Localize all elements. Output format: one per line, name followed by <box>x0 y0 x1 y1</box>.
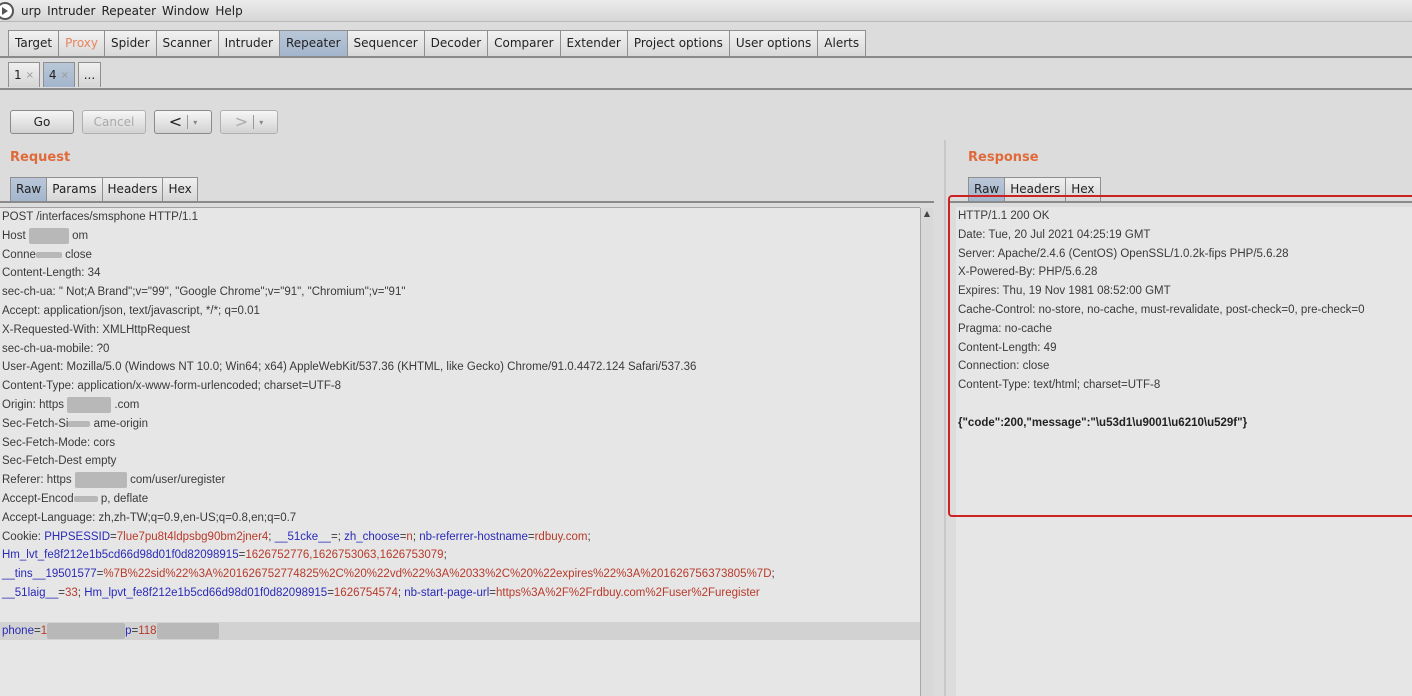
cookie-line: __51laig__=33; Hm_lpvt_fe8f212e1b5cd66d9… <box>2 586 760 599</box>
request-title: Request <box>10 150 71 165</box>
split-divider[interactable] <box>944 140 946 696</box>
header-line: X-Requested-With: XMLHttpRequest <box>2 323 190 336</box>
repeater-tab-label: 1 <box>14 68 22 82</box>
response-title: Response <box>968 150 1039 165</box>
tab-params[interactable]: Params <box>46 177 103 202</box>
tab-decoder[interactable]: Decoder <box>423 30 489 56</box>
header-line: Origin: https .com <box>0 396 920 415</box>
header-line: Referer: https com/user/uregister <box>0 471 920 490</box>
tab-target[interactable]: Target <box>8 30 60 56</box>
redaction <box>28 227 69 244</box>
header-line: Content-Type: application/x-www-form-url… <box>2 380 342 393</box>
tab-sequencer[interactable]: Sequencer <box>346 30 425 56</box>
tab-raw[interactable]: Raw <box>10 177 48 202</box>
cookie-line: Hm_lvt_fe8f212e1b5cd66d98d01f0d82098915=… <box>2 549 447 562</box>
tab-alerts[interactable]: Alerts <box>817 30 867 56</box>
header-line: Host om <box>0 227 920 246</box>
tab-repeater[interactable]: Repeater <box>278 30 348 56</box>
request-editor[interactable]: POST /interfaces/smsphone HTTP/1.1 Host … <box>0 207 920 696</box>
separator <box>253 115 255 129</box>
menu-intruder[interactable]: Intruder <box>44 4 98 18</box>
header-line: sec-ch-ua-mobile: ?0 <box>2 342 110 355</box>
chevron-left-icon: < <box>168 112 183 131</box>
menu-help[interactable]: Help <box>212 4 245 18</box>
header-line: Content-Length: 34 <box>2 267 101 280</box>
menu-repeater[interactable]: Repeater <box>98 4 159 18</box>
burp-logo-icon <box>0 1 14 20</box>
header-line: Sec-Fetch-Si ame-origin <box>2 417 148 430</box>
repeater-tab-1[interactable]: 1 × <box>8 62 41 87</box>
header-line: Sec-Fetch-Dest empty <box>2 455 117 468</box>
scroll-up-icon[interactable]: ▲ <box>921 208 933 220</box>
tab-headers[interactable]: Headers <box>101 177 164 202</box>
tab-extender[interactable]: Extender <box>559 30 628 56</box>
redaction <box>35 251 62 258</box>
cancel-button[interactable]: Cancel <box>82 110 146 134</box>
forward-button[interactable]: > ▾ <box>220 110 278 134</box>
header-line: Conne close <box>2 248 92 261</box>
tab-spider[interactable]: Spider <box>104 30 157 56</box>
separator <box>187 115 189 129</box>
close-icon[interactable]: × <box>61 70 69 81</box>
redaction <box>73 495 98 502</box>
tab-intruder[interactable]: Intruder <box>217 30 280 56</box>
tab-proxy[interactable]: Proxy <box>58 30 105 56</box>
chevron-down-icon[interactable]: ▾ <box>259 118 263 127</box>
request-view-tabs: Raw Params Headers Hex <box>10 177 198 202</box>
redaction <box>74 472 127 489</box>
tab-comparer[interactable]: Comparer <box>487 30 561 56</box>
header-line: Accept-Encod p, deflate <box>2 492 149 505</box>
repeater-tab-label: 4 <box>48 68 57 82</box>
main-tab-bar: Target Proxy Spider Scanner Intruder Rep… <box>0 22 1412 58</box>
repeater-tab-bar: 1 × 4 × ... <box>0 58 1412 90</box>
tab-scanner[interactable]: Scanner <box>155 30 219 56</box>
header-line: Sec-Fetch-Mode: cors <box>2 436 116 449</box>
redaction <box>68 420 91 427</box>
tab-hex[interactable]: Hex <box>162 177 198 202</box>
header-line: Accept-Language: zh,zh-TW;q=0.9,en-US;q=… <box>2 511 297 524</box>
new-tab-button[interactable]: ... <box>77 62 102 87</box>
header-line: Accept: application/json, text/javascrip… <box>2 304 260 317</box>
redaction <box>47 622 126 639</box>
header-line: sec-ch-ua: " Not;A Brand";v="99", "Googl… <box>2 286 406 299</box>
cookie-line: __tins__19501577=%7B%22sid%22%3A%2016267… <box>2 568 775 581</box>
divider <box>0 201 934 203</box>
tab-user-options[interactable]: User options <box>728 30 819 56</box>
cookie-line: Cookie: PHPSESSID=7lue7pu8t4ldpsbg90bm2j… <box>2 530 591 543</box>
menu-burp[interactable]: urp <box>18 4 44 18</box>
redaction <box>156 622 219 639</box>
close-icon[interactable]: × <box>26 70 34 81</box>
menu-bar: urp Intruder Repeater Window Help <box>0 0 1412 22</box>
request-scrollbar[interactable]: ▲ <box>920 208 933 696</box>
more-label: ... <box>83 68 96 82</box>
header-line: User-Agent: Mozilla/5.0 (Windows NT 10.0… <box>2 361 697 374</box>
repeater-tab-4[interactable]: 4 × <box>42 62 75 87</box>
request-body-line: phone=1 p=118 <box>0 621 920 641</box>
tab-project-options[interactable]: Project options <box>626 30 730 56</box>
redaction <box>67 396 112 413</box>
highlight-box <box>948 195 1412 517</box>
go-button[interactable]: Go <box>10 110 74 134</box>
request-line: POST /interfaces/smsphone HTTP/1.1 <box>2 211 199 223</box>
chevron-down-icon[interactable]: ▾ <box>193 118 197 127</box>
menu-window[interactable]: Window <box>159 4 212 18</box>
back-button[interactable]: < ▾ <box>154 110 212 134</box>
chevron-right-icon: > <box>234 112 249 131</box>
